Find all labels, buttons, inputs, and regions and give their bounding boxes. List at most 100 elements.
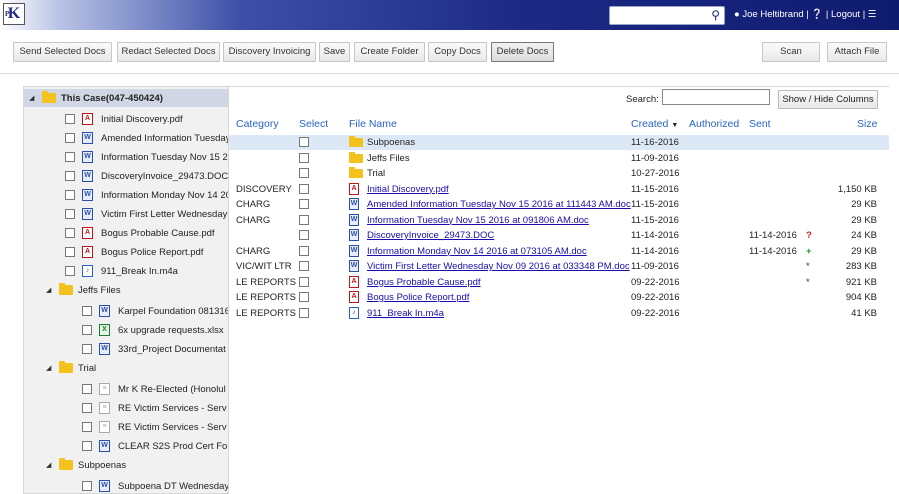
file-checkbox[interactable] [65, 266, 75, 276]
row-select-checkbox[interactable] [299, 152, 309, 163]
file-checkbox[interactable] [82, 306, 92, 316]
file-name-link[interactable]: Victim First Letter Wednesday Nov 09 201… [367, 261, 630, 272]
column-header-authorized[interactable]: Authorized [689, 118, 739, 130]
row-select-checkbox[interactable] [299, 168, 309, 178]
file-name-link[interactable]: 911_Break In.m4a [367, 308, 444, 319]
table-row[interactable]: CHARG W Amended Information Tuesday Nov 15… [229, 197, 889, 212]
collapse-triangle-icon[interactable]: ◢ [29, 94, 34, 102]
file-checkbox[interactable] [82, 441, 92, 451]
row-select-checkbox[interactable] [299, 307, 309, 318]
file-name-link[interactable]: Initial Discovery.pdf [367, 184, 449, 195]
file-name-link[interactable]: DiscoveryInvoice_29473.DOC [367, 230, 494, 241]
file-checkbox[interactable] [82, 481, 92, 491]
file-checkbox[interactable] [82, 384, 92, 394]
row-select-checkbox[interactable] [299, 199, 309, 209]
tree-file-row[interactable]: W 33rd_Project Documentat [24, 340, 228, 358]
column-header-sent[interactable]: Sent [749, 118, 771, 130]
table-row[interactable]: LE REPORTS ♪ 911_Break In.m4a 09-22-2016 41 … [229, 306, 889, 321]
file-checkbox[interactable] [82, 422, 92, 432]
create-folder-button[interactable]: Create Folder [354, 42, 425, 62]
tree-file-row[interactable]: W Information Tuesday Nov 15 2 [24, 148, 228, 166]
table-row[interactable]: Trial 10-27-2016 [229, 166, 889, 181]
logout-link[interactable]: Logout [831, 9, 860, 20]
delete-docs-button[interactable]: Delete Docs [491, 42, 554, 62]
row-select-checkbox[interactable] [299, 183, 309, 194]
attach-file-button[interactable]: Attach File [827, 42, 887, 62]
column-header-created[interactable]: Created ▼ [631, 118, 678, 130]
tree-file-row[interactable]: W DiscoveryInvoice_29473.DOC [24, 167, 228, 185]
file-checkbox[interactable] [82, 325, 92, 335]
tree-file-row[interactable]: ≡ Mr K Re-Elected (Honolul [24, 380, 228, 398]
table-row[interactable]: DISCOVERY A Initial Discovery.pdf 11-15-201… [229, 182, 889, 197]
file-checkbox[interactable] [82, 403, 92, 413]
tree-file-row[interactable]: ≡ RE Victim Services - Serv [24, 399, 228, 417]
show-hide-columns-button[interactable]: Show / Hide Columns [778, 90, 878, 109]
file-name-link[interactable]: Bogus Probable Cause.pdf [367, 277, 481, 288]
tree-file-row[interactable]: W CLEAR S2S Prod Cert Fo [24, 437, 228, 455]
user-name-link[interactable]: Joe Heltibrand [742, 9, 803, 20]
column-header-size[interactable]: Size [857, 118, 877, 130]
copy-docs-button[interactable]: Copy Docs [428, 42, 487, 62]
file-checkbox[interactable] [65, 247, 75, 257]
file-checkbox[interactable] [65, 171, 75, 181]
global-search-input[interactable]: ⚲ [609, 6, 725, 25]
menu-icon[interactable]: ☰ [868, 9, 877, 20]
folder-name[interactable]: Subpoenas [367, 137, 415, 148]
tree-file-row[interactable]: X 6x upgrade requests.xlsx [24, 321, 228, 339]
tree-file-row[interactable]: W Information Monday Nov 14 20 [24, 186, 228, 204]
tree-folder-row[interactable]: ◢ Trial [24, 359, 228, 377]
table-row[interactable]: VIC/WIT LTR W Victim First Letter Wednesda… [229, 259, 889, 274]
file-checkbox[interactable] [65, 133, 75, 143]
tree-folder-row[interactable]: ◢ Jeffs Files [24, 281, 228, 299]
scan-button[interactable]: Scan [762, 42, 820, 62]
search-icon[interactable]: ⚲ [711, 8, 720, 22]
file-checkbox[interactable] [65, 190, 75, 200]
row-select-checkbox[interactable] [299, 292, 309, 302]
tree-file-row[interactable]: W Karpel Foundation 081316 [24, 302, 228, 320]
tree-folder-row[interactable]: ◢ Subpoenas [24, 456, 228, 474]
document-search-input[interactable] [662, 89, 770, 105]
table-row[interactable]: W DiscoveryInvoice_29473.DOC 11-14-2016 11-… [229, 228, 889, 243]
tree-file-row[interactable]: ≡ RE Victim Services - Serv [24, 418, 228, 436]
file-name-link[interactable]: Bogus Police Report.pdf [367, 292, 469, 303]
tree-file-row[interactable]: ♪ 911_Break In.m4a [24, 262, 228, 280]
row-select-checkbox[interactable] [299, 230, 309, 240]
column-header-select[interactable]: Select [299, 118, 328, 130]
file-name-link[interactable]: Information Tuesday Nov 15 2016 at 09180… [367, 215, 589, 226]
tree-file-row[interactable]: W Victim First Letter Wednesday [24, 205, 228, 223]
table-row[interactable]: CHARG W Information Tuesday Nov 15 2016 at… [229, 213, 889, 228]
file-checkbox[interactable] [65, 209, 75, 219]
file-checkbox[interactable] [65, 114, 75, 124]
help-icon[interactable]: ❔ [811, 9, 823, 20]
table-row[interactable]: CHARG W Information Monday Nov 14 2016 at … [229, 244, 889, 259]
file-checkbox[interactable] [82, 344, 92, 354]
file-name-link[interactable]: Information Monday Nov 14 2016 at 073105… [367, 246, 587, 257]
tree-file-row[interactable]: A Initial Discovery.pdf [24, 110, 228, 128]
send-selected-docs-button[interactable]: Send Selected Docs [13, 42, 112, 62]
row-select-checkbox[interactable] [299, 137, 309, 147]
tree-folder-row[interactable]: ◢ This Case(047-450424) [24, 89, 228, 107]
row-select-checkbox[interactable] [299, 261, 309, 271]
collapse-triangle-icon[interactable]: ◢ [46, 286, 51, 294]
table-row[interactable]: Jeffs Files 11-09-2016 [229, 151, 889, 166]
collapse-triangle-icon[interactable]: ◢ [46, 364, 51, 372]
collapse-triangle-icon[interactable]: ◢ [46, 461, 51, 469]
tree-file-row[interactable]: W Amended Information Tuesday [24, 129, 228, 147]
table-row[interactable]: LE REPORTS A Bogus Police Report.pdf 09-22-… [229, 290, 889, 305]
tree-file-row[interactable]: A Bogus Probable Cause.pdf [24, 224, 228, 242]
row-select-checkbox[interactable] [299, 214, 309, 225]
save-button[interactable]: Save [319, 42, 350, 62]
tree-file-row[interactable]: W Subpoena DT Wednesday [24, 477, 228, 493]
folder-name[interactable]: Trial [367, 168, 385, 179]
redact-selected-docs-button[interactable]: Redact Selected Docs [117, 42, 220, 62]
tree-file-row[interactable]: A Bogus Police Report.pdf [24, 243, 228, 261]
file-checkbox[interactable] [65, 152, 75, 162]
discovery-invoicing-button[interactable]: Discovery Invoicing [223, 42, 316, 62]
folder-name[interactable]: Jeffs Files [367, 153, 410, 164]
app-logo[interactable]: PK [3, 3, 25, 25]
table-row[interactable]: Subpoenas 11-16-2016 [229, 135, 889, 150]
column-header-file-name[interactable]: File Name [349, 118, 397, 130]
row-select-checkbox[interactable] [299, 245, 309, 256]
table-row[interactable]: LE REPORTS A Bogus Probable Cause.pdf 09-22… [229, 275, 889, 290]
row-select-checkbox[interactable] [299, 276, 309, 287]
